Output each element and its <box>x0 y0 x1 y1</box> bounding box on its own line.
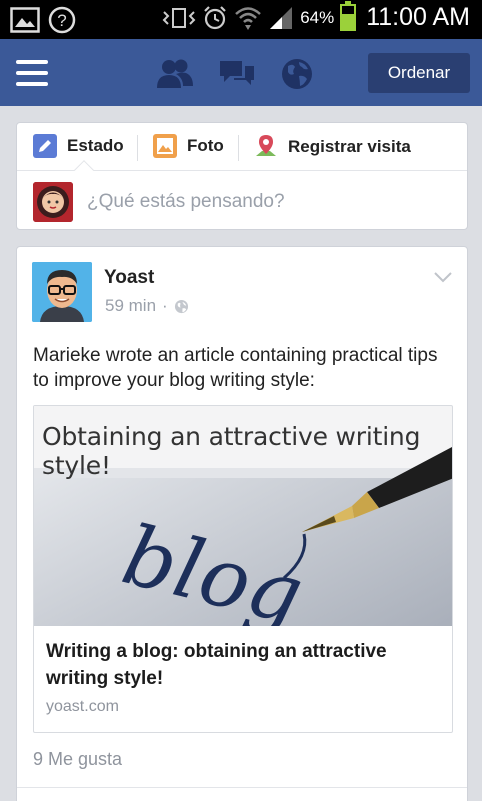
tab-status[interactable]: Estado <box>33 134 124 158</box>
gallery-icon <box>10 7 40 33</box>
tab-divider <box>137 135 138 161</box>
composer-card: Estado Foto Registrar visita ¿Qué estás … <box>16 122 468 230</box>
tab-divider <box>238 135 239 161</box>
order-button[interactable]: Ordenar <box>368 53 470 93</box>
help-icon: ? <box>48 6 76 34</box>
status-bar-right: 64% 11:00 AM <box>162 1 470 32</box>
status-bar-left: ? <box>10 6 76 34</box>
tab-check-in[interactable]: Registrar visita <box>254 134 411 160</box>
svg-text:?: ? <box>57 11 66 30</box>
link-image-caption: Obtaining an attractive writing style! <box>42 422 421 480</box>
tab-check-in-label: Registrar visita <box>288 137 411 156</box>
post-time[interactable]: 59 min <box>105 296 156 316</box>
signal-icon <box>270 6 293 29</box>
pencil-icon <box>33 134 57 158</box>
link-preview[interactable]: blog Obtaining an attractive writing sty… <box>33 405 453 733</box>
battery-icon <box>340 1 357 31</box>
post-meta: 59 min · <box>105 296 189 316</box>
post-text: Marieke wrote an article containing prac… <box>33 345 438 391</box>
composer-input[interactable]: ¿Qué estás pensando? <box>33 182 285 222</box>
link-image[interactable]: blog Obtaining an attractive writing sty… <box>34 406 452 644</box>
composer-placeholder: ¿Qué estás pensando? <box>87 191 285 212</box>
chevron-down-icon[interactable] <box>433 271 453 283</box>
post-divider <box>17 787 467 788</box>
alarm-icon <box>204 5 226 29</box>
globe-icon <box>174 299 188 313</box>
post-author[interactable]: Yoast <box>104 267 154 289</box>
avatar <box>33 182 73 222</box>
tab-status-label: Estado <box>67 136 124 155</box>
clock: 11:00 AM <box>366 3 470 31</box>
link-domain: yoast.com <box>46 698 119 715</box>
location-pin-icon <box>256 135 276 156</box>
status-bar: ? 64% 11:00 AM <box>0 0 482 39</box>
post-card: Yoast 59 min · Marieke wrote an article … <box>16 246 468 801</box>
notifications-globe-icon[interactable] <box>280 57 314 91</box>
messages-icon[interactable] <box>218 58 256 90</box>
tab-photo-label: Foto <box>187 136 224 155</box>
nav-icons <box>156 57 314 91</box>
friend-requests-icon[interactable] <box>156 58 194 90</box>
wifi-icon <box>235 6 262 30</box>
app-bar: Ordenar <box>0 39 482 106</box>
vibrate-icon <box>162 7 196 28</box>
avatar[interactable] <box>32 262 92 322</box>
battery-fill <box>342 14 355 29</box>
photo-icon <box>153 134 177 158</box>
meta-separator: · <box>162 296 168 315</box>
likes-count[interactable]: 9 Me gusta <box>33 749 122 770</box>
link-title[interactable]: Writing a blog: obtaining an attractive … <box>46 638 442 692</box>
tab-photo[interactable]: Foto <box>153 134 224 158</box>
menu-icon[interactable] <box>16 60 48 86</box>
battery-percent: 64% <box>300 7 335 27</box>
